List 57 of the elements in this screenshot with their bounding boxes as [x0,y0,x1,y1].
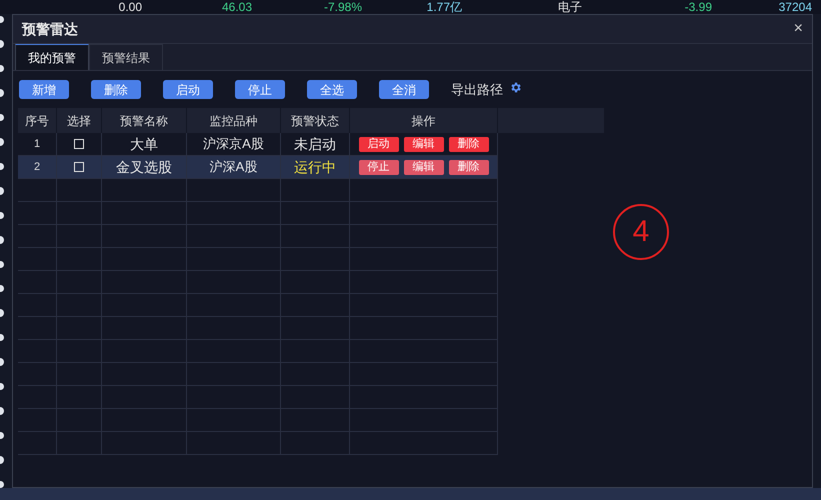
row-action-button[interactable]: 删除 [448,136,488,152]
close-button[interactable]: × [794,21,803,37]
table-row[interactable]: 1 大单 沪深京A股 未启动 启动 编辑 删除 [18,133,498,156]
row-marker-icon [0,334,4,342]
row-action-button[interactable]: 编辑 [404,160,444,174]
row-marker-icon [0,40,4,48]
row-marker-icon [0,309,4,317]
table-cell: 沪深京A股 [187,133,281,155]
table-cell: 2 [18,156,57,178]
row-marker-icon [0,284,4,292]
tab[interactable]: 预警结果 [89,44,163,70]
table-cell: 沪深A股 [187,156,281,178]
table-row[interactable]: 2 金叉选股 沪深A股 运行中 停止 编辑 删除 [18,156,498,179]
toolbar-button[interactable]: 删除 [91,80,141,99]
export-path-label: 导出路径 [451,80,503,99]
table-cell: 金叉选股 [102,156,187,178]
row-marker-icon [0,187,4,195]
status-cell: 未启动 [281,133,350,155]
background-cell-text: -7.98% [322,0,363,14]
background-cell-text: -3.99 [684,0,713,14]
checkbox[interactable] [74,162,84,172]
row-marker-icon [0,138,4,146]
window-title: 预警雷达 [22,20,78,38]
checkbox[interactable] [74,139,84,149]
row-marker-icon [0,382,4,390]
row-marker-icon [0,407,4,415]
background-cell-text: 46.03 [220,0,253,14]
row-marker-icon [0,236,4,244]
row-action-button[interactable]: 删除 [448,160,488,174]
status-cell: 运行中 [281,156,350,178]
toolbar-button[interactable]: 新增 [19,80,69,99]
tab[interactable]: 我的预警 [15,44,89,70]
row-marker-icon [0,480,4,488]
toolbar-button[interactable]: 全消 [379,80,429,99]
row-marker-icon [0,16,4,24]
table-cell: 大单 [102,133,187,155]
row-marker-icon [0,432,4,440]
row-action-button[interactable]: 启动 [358,136,398,152]
background-cell-text: 0.00 [118,0,143,14]
row-marker-icon [0,114,4,122]
row-marker-icon [0,89,4,97]
row-marker-icon [0,212,4,220]
background-cell-text: 37204 [778,0,813,14]
table-cell: 1 [18,133,57,155]
toolbar-button[interactable]: 停止 [235,80,285,99]
settings-icon[interactable] [509,81,522,94]
row-action-button[interactable]: 编辑 [404,136,444,152]
background-cell-text: 1.77亿 [426,0,463,14]
row-action-button[interactable]: 停止 [358,160,398,174]
row-marker-icon [0,162,4,170]
row-marker-icon [0,64,4,72]
toolbar-button[interactable]: 启动 [163,80,213,99]
row-marker-icon [0,260,4,268]
toolbar-button[interactable]: 全选 [307,80,357,99]
row-marker-icon [0,358,4,366]
row-marker-icon [0,456,4,464]
background-cell-text: 电子 [557,0,583,14]
